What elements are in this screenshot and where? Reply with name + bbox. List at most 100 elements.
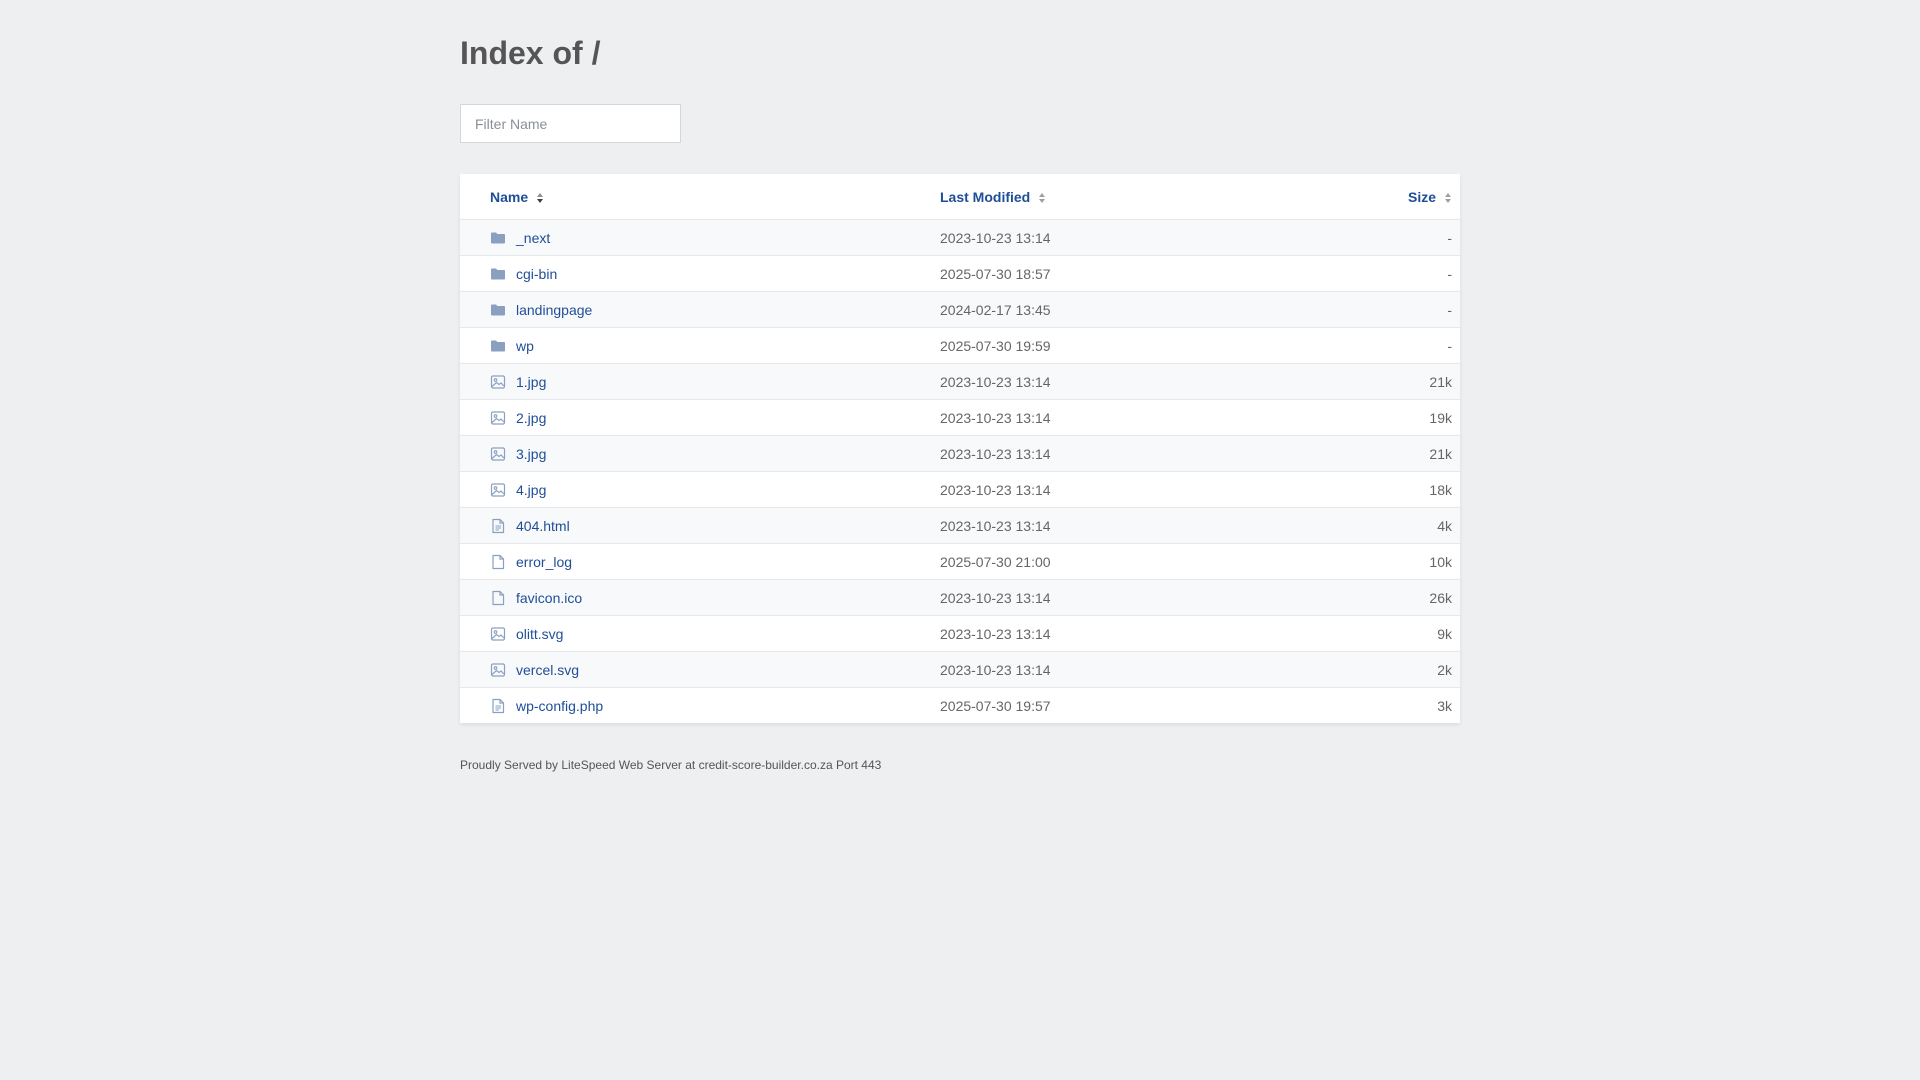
- name-cell: 1.jpg: [460, 363, 940, 400]
- modified-cell: 2023-10-23 13:14: [940, 399, 1370, 436]
- size-cell: 3k: [1437, 697, 1452, 714]
- folder-icon: [491, 304, 505, 315]
- name-cell: _next: [460, 219, 940, 256]
- modified-cell: 2025-07-30 21:00: [940, 543, 1370, 580]
- name-cell: cgi-bin: [460, 255, 940, 292]
- file-link[interactable]: 3.jpg: [516, 446, 546, 462]
- column-header-name[interactable]: Name: [460, 174, 940, 220]
- file-link[interactable]: landingpage: [516, 302, 592, 318]
- file-link[interactable]: 404.html: [516, 518, 570, 534]
- table-row: landingpage 2024-02-17 13:45-: [460, 291, 1460, 328]
- name-cell: error_log: [460, 543, 940, 580]
- table-row: vercel.svg 2023-10-23 13:14 2k: [460, 651, 1460, 688]
- modified-cell: 2023-10-23 13:14: [940, 435, 1370, 472]
- image-icon: [490, 662, 506, 677]
- name-cell: 3.jpg: [460, 435, 940, 472]
- image-icon: [490, 446, 506, 461]
- file-listing-table: Name Last Modified Size _next 2023-10-23 …: [460, 174, 1460, 723]
- table-row: 3.jpg 2023-10-23 13:14 21k: [460, 435, 1460, 472]
- size-cell: 18k: [1370, 471, 1460, 508]
- size-cell: 26k: [1370, 579, 1460, 616]
- size-cell: -: [1370, 219, 1460, 256]
- column-header-size[interactable]: Size: [1370, 174, 1460, 220]
- modified-cell: 2023-10-23 13:14: [940, 579, 1370, 616]
- name-cell: vercel.svg: [460, 651, 940, 688]
- file-icon: [492, 554, 505, 569]
- table-row: 4.jpg 2023-10-23 13:14 18k: [460, 471, 1460, 508]
- name-cell: landingpage: [460, 291, 940, 328]
- table-row: 2.jpg 2023-10-23 13:14 19k: [460, 399, 1460, 436]
- file-link[interactable]: error_log: [516, 554, 572, 570]
- sort-by-modified-link[interactable]: Last Modified: [940, 189, 1030, 205]
- image-icon: [490, 482, 506, 497]
- sort-by-name-link[interactable]: Name: [490, 189, 528, 205]
- file-link[interactable]: 1.jpg: [516, 374, 546, 390]
- table-row: error_log 2025-07-30 21:00 10k: [460, 543, 1460, 580]
- page-title: Index of /: [460, 35, 601, 71]
- filter-name-input[interactable]: [460, 104, 681, 143]
- name-cell: wp: [460, 327, 940, 364]
- folder-icon: [491, 232, 505, 243]
- size-cell: -: [1370, 327, 1460, 364]
- image-icon: [490, 410, 506, 425]
- table-row: _next 2023-10-23 13:14-: [460, 219, 1460, 256]
- size-cell: 10k: [1370, 543, 1460, 580]
- page-container: Index of / Name Last Modified Size _next…: [460, 0, 1460, 772]
- sort-arrows-icon: [1445, 192, 1451, 203]
- table-row: olitt.svg 2023-10-23 13:14 9k: [460, 615, 1460, 652]
- file-link[interactable]: _next: [516, 230, 550, 246]
- file-link[interactable]: favicon.ico: [516, 590, 582, 606]
- file-link[interactable]: olitt.svg: [516, 626, 563, 642]
- file-icon: [492, 590, 505, 605]
- size-cell: 21k: [1370, 363, 1460, 400]
- modified-cell: 2025-07-30 18:57: [940, 255, 1370, 292]
- modified-cell: 2025-07-30 19:59: [940, 327, 1370, 364]
- modified-cell: 2023-10-23 13:14: [940, 651, 1370, 688]
- size-cell: -: [1370, 255, 1460, 292]
- size-cell: -: [1370, 291, 1460, 328]
- table-row: favicon.ico 2023-10-23 13:14 26k: [460, 579, 1460, 616]
- file-link[interactable]: wp-config.php: [516, 698, 603, 714]
- sort-by-size-link[interactable]: Size: [1408, 189, 1436, 205]
- name-cell: 2.jpg: [460, 399, 940, 436]
- modified-cell: 2023-10-23 13:14: [940, 363, 1370, 400]
- modified-cell: 2024-02-17 13:45: [940, 291, 1370, 328]
- size-cell: 2k: [1370, 651, 1460, 688]
- file-link[interactable]: cgi-bin: [516, 266, 557, 282]
- file-link[interactable]: wp: [516, 338, 534, 354]
- column-header-last-modified[interactable]: Last Modified: [940, 174, 1370, 220]
- text-file-icon: [492, 698, 505, 713]
- size-cell: 4k: [1370, 507, 1460, 544]
- folder-icon: [491, 340, 505, 351]
- name-cell: 4.jpg: [460, 471, 940, 508]
- image-icon: [490, 626, 506, 641]
- table-row: wp 2025-07-30 19:59-: [460, 327, 1460, 364]
- name-cell: wp-config.php: [460, 688, 940, 724]
- modified-cell: 2023-10-23 13:14: [940, 219, 1370, 256]
- table-row: 1.jpg 2023-10-23 13:14 21k: [460, 363, 1460, 400]
- file-link[interactable]: 4.jpg: [516, 482, 546, 498]
- file-rows: _next 2023-10-23 13:14- cgi-bin 2025-07-30 …: [460, 219, 1460, 724]
- folder-icon: [491, 268, 505, 279]
- modified-cell: 2023-10-23 13:14: [940, 471, 1370, 508]
- name-cell: olitt.svg: [460, 615, 940, 652]
- table-header-row: Name Last Modified Size: [460, 174, 1460, 220]
- text-file-icon: [492, 518, 505, 533]
- image-icon: [490, 374, 506, 389]
- name-cell: favicon.ico: [460, 579, 940, 616]
- table-row: wp-config.php 2025-07-30 19:57 3k: [460, 688, 1460, 724]
- size-cell: 21k: [1370, 435, 1460, 472]
- size-cell: 19k: [1370, 399, 1460, 436]
- file-link[interactable]: 2.jpg: [516, 410, 546, 426]
- sort-arrows-icon: [537, 192, 544, 203]
- size-cell: 9k: [1370, 615, 1460, 652]
- modified-cell: 2023-10-23 13:14: [940, 615, 1370, 652]
- file-link[interactable]: vercel.svg: [516, 662, 579, 678]
- name-cell: 404.html: [460, 507, 940, 544]
- modified-cell: 2025-07-30 19:57: [940, 697, 1051, 714]
- table-row: cgi-bin 2025-07-30 18:57-: [460, 255, 1460, 292]
- table-row: 404.html 2023-10-23 13:14 4k: [460, 507, 1460, 544]
- server-footer: Proudly Served by LiteSpeed Web Server a…: [460, 758, 882, 772]
- modified-cell: 2023-10-23 13:14: [940, 507, 1370, 544]
- sort-arrows-icon: [1039, 192, 1046, 203]
